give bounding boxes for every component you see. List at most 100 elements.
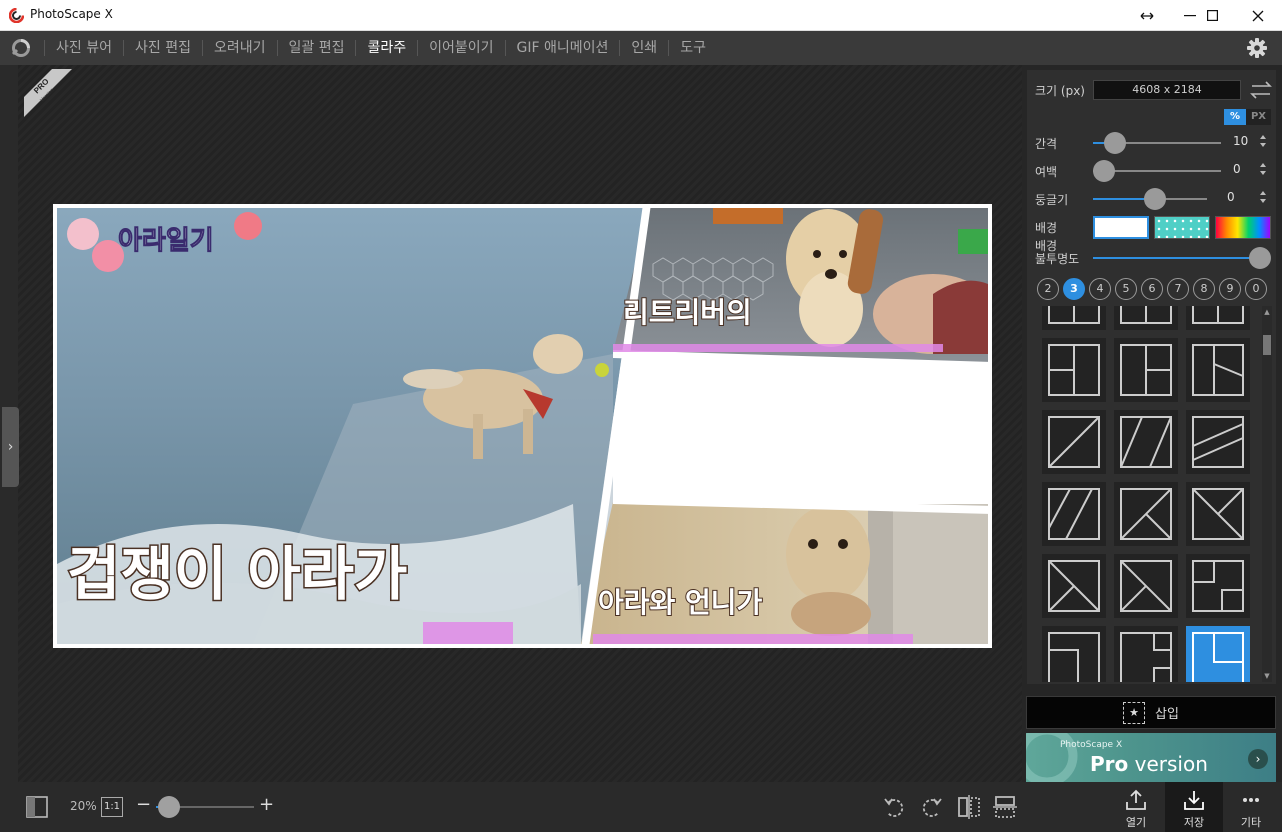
collage-preview[interactable]: 아라일기 겁쟁이 아라가 리트리버의 아라와 언니가 [53,204,992,648]
layout-thumb-15[interactable] [1042,626,1106,682]
collage-settings-panel: 크기 (px) 4608 x 2184 % PX 간격 10 여백 0 둥글기 … [1027,70,1276,684]
insert-button[interactable]: ★ 삽입 [1026,696,1276,729]
app-logo-icon [9,8,24,23]
save-button[interactable]: 저장 [1165,782,1223,832]
ad-title: Pro version [1090,752,1208,776]
zoom-in-button[interactable]: + [259,794,274,815]
more-button[interactable]: 기타 [1222,782,1280,832]
layout-thumb-3[interactable] [1042,338,1106,402]
layout-thumb-5[interactable] [1186,338,1250,402]
title-bar: PhotoScape X [0,0,1282,31]
background-white-swatch[interactable] [1093,216,1149,239]
size-label: 크기 (px) [1035,84,1085,98]
scroll-up-icon[interactable]: ▲ [1263,308,1271,316]
photo-count-2[interactable]: 2 [1037,278,1059,300]
menu-item-cut-out[interactable]: 오려내기 [201,40,277,56]
layout-thumb-9[interactable] [1042,482,1106,546]
menu-item-tools[interactable]: 도구 [668,40,717,56]
layout-thumb-1[interactable] [1114,306,1178,330]
more-label: 기타 [1240,816,1262,829]
rotate-left-icon[interactable] [882,794,908,820]
insert-label: 삽입 [1155,707,1179,722]
photo-count-4[interactable]: 4 [1089,278,1111,300]
open-label: 열기 [1125,816,1147,829]
margin-slider-handle[interactable] [1093,160,1115,182]
zoom-out-button[interactable]: − [136,794,151,815]
menu-item-photo-editor[interactable]: 사진 편집 [122,40,202,56]
photo-count-7[interactable]: 7 [1167,278,1189,300]
background-pattern-swatch[interactable] [1154,216,1210,239]
spacing-label: 간격 [1035,137,1058,151]
menu-item-batch[interactable]: 일괄 편집 [276,40,356,56]
top-right-caption-text: 리트리버의 [623,296,752,329]
spacing-slider-handle[interactable] [1104,132,1126,154]
swap-orientation-icon[interactable] [1249,80,1273,100]
photo-count-9[interactable]: 9 [1219,278,1241,300]
home-logo-icon[interactable] [10,37,32,59]
layout-thumb-0[interactable] [1042,306,1106,330]
zoom-slider-handle[interactable] [158,796,180,818]
main-caption-text: 겁쟁이 아라가 [67,540,407,608]
diary-logo-text: 아라일기 [118,226,214,256]
layout-thumb-4[interactable] [1114,338,1178,402]
pro-version-ad-banner[interactable]: PhotoScape X Pro version › [1026,733,1276,782]
layout-thumb-11[interactable] [1186,482,1250,546]
rounding-spinner-icon[interactable] [1259,190,1267,204]
maximize-button[interactable] [1189,0,1235,31]
layout-thumb-2[interactable] [1186,306,1250,330]
unit-percent-button[interactable]: % [1224,109,1246,125]
layout-thumb-14[interactable] [1186,554,1250,618]
close-button[interactable] [1235,0,1281,31]
menu-item-collage[interactable]: 콜라주 [355,40,417,56]
layout-thumb-6[interactable] [1042,410,1106,474]
layout-thumb-16[interactable] [1114,626,1178,682]
menu-item-gif[interactable]: GIF 애니메이션 [504,40,620,56]
bg-opacity-slider-fill[interactable] [1093,257,1259,259]
photo-count-3[interactable]: 3 [1063,278,1085,300]
open-button[interactable]: 열기 [1107,782,1165,832]
layout-thumb-13[interactable] [1114,554,1178,618]
unit-px-button[interactable]: PX [1246,109,1271,125]
layout-thumb-12[interactable] [1042,554,1106,618]
layout-thumb-10[interactable] [1114,482,1178,546]
layout-scrollbar[interactable] [1262,306,1272,682]
ad-arrow-icon[interactable]: › [1248,749,1268,769]
panel-toggle-icon[interactable] [26,796,48,818]
photo-count-0[interactable]: 0 [1245,278,1267,300]
unit-toggle[interactable]: % PX [1224,109,1271,125]
save-label: 저장 [1183,816,1205,829]
menu-item-photo-viewer[interactable]: 사진 뷰어 [44,40,123,56]
background-gradient-swatch[interactable] [1215,216,1271,239]
menu-items: 사진 뷰어 사진 편집 오려내기 일괄 편집 콜라주 이어붙이기 GIF 애니메… [44,31,717,65]
zoom-percent: 20% [70,799,97,813]
rounding-value[interactable]: 0 [1227,190,1235,204]
layout-thumb-7[interactable] [1114,410,1178,474]
rotate-right-icon[interactable] [918,794,944,820]
spacing-value[interactable]: 10 [1233,134,1248,148]
chevron-right-icon: › [7,439,14,455]
app-window: PhotoScape X 사진 뷰어 사진 편집 오려내기 일괄 편집 콜라주 … [0,0,1282,832]
size-value-field[interactable]: 4608 x 2184 [1093,80,1241,100]
rounding-slider-handle[interactable] [1144,188,1166,210]
margin-value[interactable]: 0 [1233,162,1241,176]
layout-thumb-8[interactable] [1186,410,1250,474]
photo-count-8[interactable]: 8 [1193,278,1215,300]
window-title: PhotoScape X [30,7,113,21]
margin-spinner-icon[interactable] [1259,162,1267,176]
menu-item-combine[interactable]: 이어붙이기 [417,40,504,56]
resize-arrows-icon[interactable] [1124,0,1170,31]
photo-count-5[interactable]: 5 [1115,278,1137,300]
bg-opacity-slider-handle[interactable] [1249,247,1271,269]
photo-count-6[interactable]: 6 [1141,278,1163,300]
layout-scroll-thumb[interactable] [1263,335,1271,355]
flip-vertical-icon[interactable] [992,794,1018,820]
spacing-spinner-icon[interactable] [1259,134,1267,148]
flip-horizontal-icon[interactable] [956,794,982,820]
scroll-down-icon[interactable]: ▼ [1263,672,1271,680]
expand-left-panel-button[interactable]: › [2,407,19,487]
gear-icon[interactable] [1246,37,1268,59]
pro-version-badge: PRO Version [24,69,72,117]
layout-thumb-17-selected[interactable] [1186,626,1250,682]
menu-item-print[interactable]: 인쇄 [619,40,668,56]
actual-size-button[interactable]: 1:1 [101,797,123,817]
